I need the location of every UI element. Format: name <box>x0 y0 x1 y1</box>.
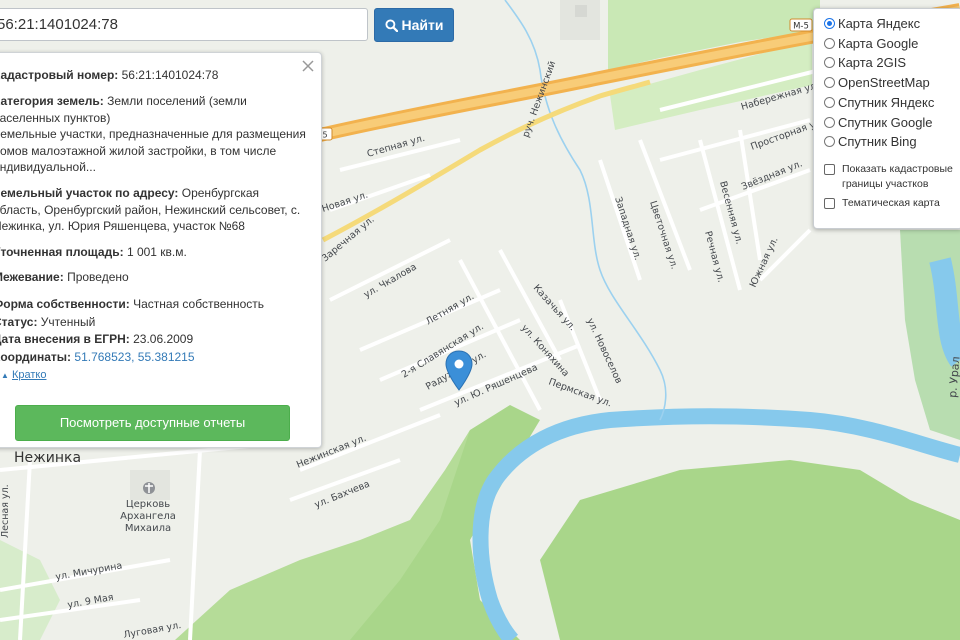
parcel-info-popup: Кадастровый номер: 56:21:1401024:78 Кате… <box>0 52 322 448</box>
ownership-row: Форма собственности: Частная собственнос… <box>0 296 309 313</box>
search-icon <box>384 18 398 32</box>
search-button[interactable]: Найти <box>374 8 454 42</box>
layer-option-google-satellite[interactable]: Спутник Google <box>824 115 933 130</box>
checkbox-icon[interactable] <box>824 164 835 175</box>
layer-label: Спутник Bing <box>838 134 917 149</box>
search-button-label: Найти <box>401 17 444 33</box>
collapse-arrow-icon: ▲ <box>1 371 9 380</box>
radio-icon[interactable] <box>824 97 835 108</box>
layer-option-yandex-map[interactable]: Карта Яндекс <box>824 16 920 31</box>
coords-row: Координаты: 51.768523, 55.381215 <box>0 349 309 366</box>
brief-link[interactable]: Кратко <box>12 369 47 381</box>
layer-label: OpenStreetMap <box>838 75 930 90</box>
survey-value: Проведено <box>67 270 129 284</box>
survey-label: Межевание: <box>0 270 64 284</box>
radio-icon[interactable] <box>824 136 835 147</box>
layer-option-google-map[interactable]: Карта Google <box>824 36 918 51</box>
cadastral-label: Кадастровый номер: <box>0 68 119 82</box>
church-label-line2: Архангела <box>120 511 176 522</box>
category-row: Категория земель: Земли поселений (земли… <box>0 93 309 126</box>
view-reports-label: Посмотреть доступные отчеты <box>59 414 246 430</box>
cadastral-row: Кадастровый номер: 56:21:1401024:78 <box>0 67 309 84</box>
layer-option-2gis-map[interactable]: Карта 2GIS <box>824 55 906 70</box>
usage-text: Земельные участки, предназначенные для р… <box>0 127 306 174</box>
address-label: Земельный участок по адресу: <box>0 186 179 200</box>
map-layers-panel: Карта Яндекс Карта Google Карта 2GIS Ope… <box>813 8 960 229</box>
status-value: Учтенный <box>40 315 96 329</box>
layer-option-bing-satellite[interactable]: Спутник Bing <box>824 134 917 149</box>
checkbox-thematic-map[interactable]: Тематическая карта <box>824 196 940 211</box>
layer-label: Карта Google <box>838 36 919 51</box>
church-label-line1: Церковь <box>126 499 170 510</box>
river-label: р. Урал <box>946 356 960 398</box>
ownership-label: Форма собственности: <box>0 297 130 311</box>
radio-icon[interactable] <box>824 38 835 49</box>
status-label: Статус: <box>0 315 38 329</box>
brief-row: ▲ Кратко <box>0 367 309 385</box>
layer-option-yandex-satellite[interactable]: Спутник Яндекс <box>824 95 934 110</box>
date-value: 23.06.2009 <box>133 332 194 346</box>
area-label: Уточненная площадь: <box>0 245 124 259</box>
survey-row: Межевание: Проведено <box>0 269 309 286</box>
view-reports-button[interactable]: Посмотреть доступные отчеты <box>15 405 290 441</box>
checkbox-cadastral-boundaries[interactable]: Показать кадастровые границы участков <box>824 162 960 192</box>
address-row: Земельный участок по адресу: Оренбургска… <box>0 185 309 235</box>
coords-link[interactable]: 51.768523, 55.381215 <box>74 350 194 364</box>
status-row: Статус: Учтенный <box>0 314 309 331</box>
layer-label: Спутник Яндекс <box>838 95 935 110</box>
cadastral-value: 56:21:1401024:78 <box>121 68 219 82</box>
search-input[interactable] <box>0 8 368 41</box>
radio-icon[interactable] <box>824 77 835 88</box>
date-row: Дата внесения в ЕГРН: 23.06.2009 <box>0 331 309 348</box>
category-label: Категория земель: <box>0 94 104 108</box>
church-label-line3: Михаила <box>125 523 171 534</box>
svg-text:5: 5 <box>322 131 327 140</box>
radio-icon[interactable] <box>824 18 835 29</box>
area-value: 1 001 кв.м. <box>126 245 187 259</box>
layer-label: Карта Яндекс <box>838 16 921 31</box>
date-label: Дата внесения в ЕГРН: <box>0 332 130 346</box>
checkbox-label: Тематическая карта <box>842 197 940 209</box>
street-label: Лесная ул. <box>0 484 11 538</box>
coords-label: Координаты: <box>0 350 72 364</box>
road-badge-m5: М-5 <box>789 18 813 32</box>
radio-icon[interactable] <box>824 57 835 68</box>
checkbox-label: Показать кадастровые границы участков <box>842 163 953 190</box>
checkbox-icon[interactable] <box>824 198 835 209</box>
radio-icon[interactable] <box>824 117 835 128</box>
village-label: Нежинка <box>14 450 81 466</box>
area-row: Уточненная площадь: 1 001 кв.м. <box>0 244 309 261</box>
layer-label: Карта 2GIS <box>838 55 907 70</box>
layer-option-osm[interactable]: OpenStreetMap <box>824 75 930 90</box>
svg-text:М-5: М-5 <box>793 22 809 32</box>
usage-row: Земельные участки, предназначенные для р… <box>0 126 309 176</box>
layer-label: Спутник Google <box>838 115 933 130</box>
ownership-value: Частная собственность <box>133 297 265 311</box>
